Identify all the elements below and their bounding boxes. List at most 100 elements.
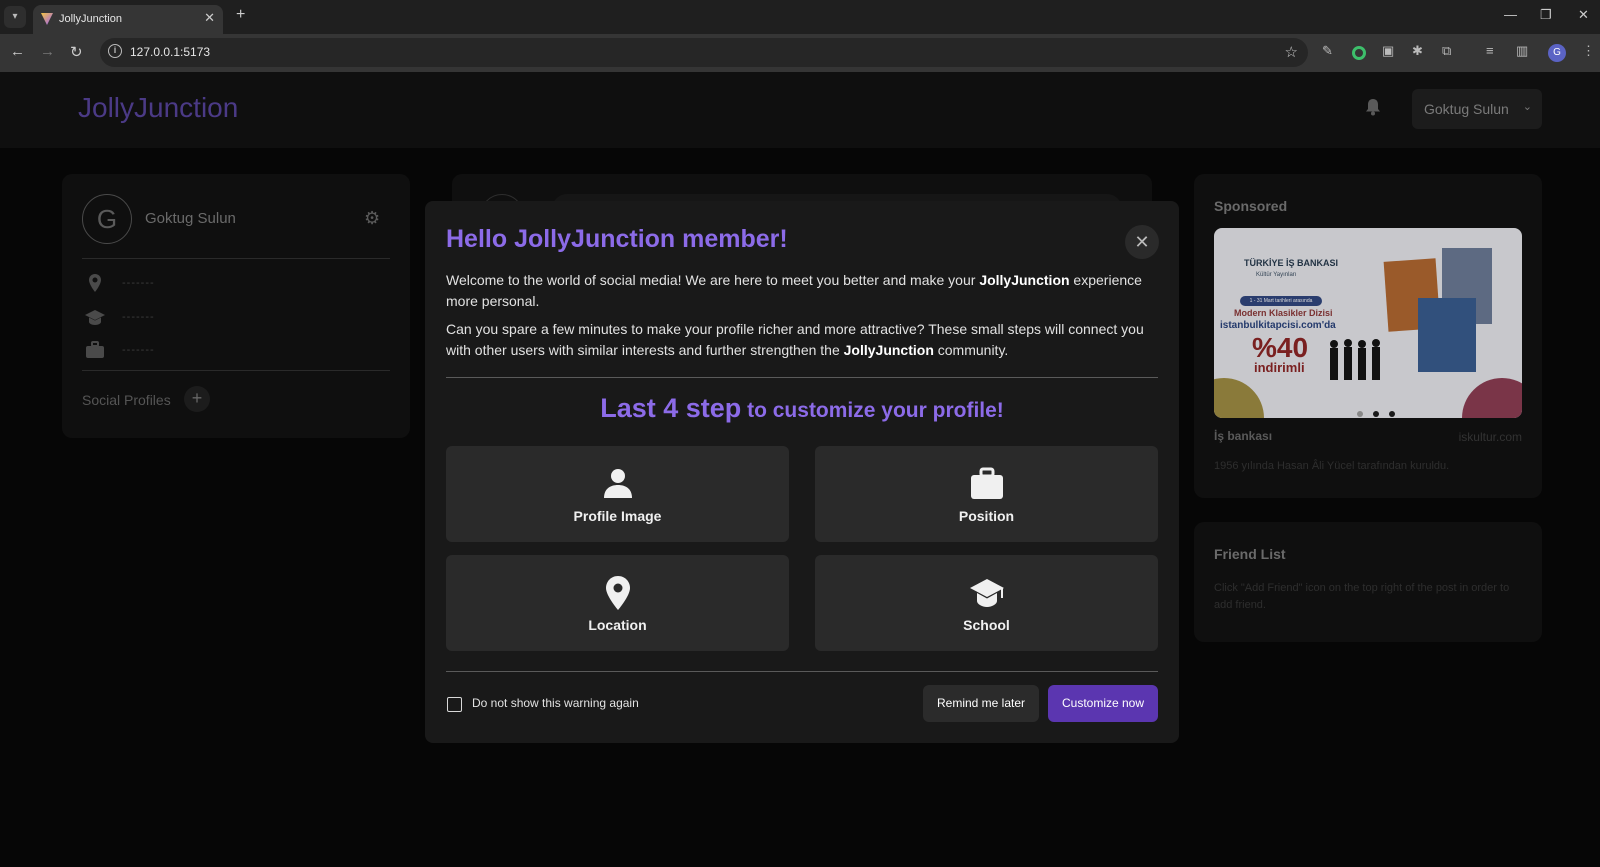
intro-text: community. bbox=[933, 342, 1009, 358]
user-menu-dropdown[interactable]: Goktug Sulun ⌄ bbox=[1412, 89, 1542, 129]
intro-paragraph: Can you spare a few minutes to make your… bbox=[446, 319, 1158, 361]
ad-book-image bbox=[1418, 298, 1476, 372]
bug-extension-icon[interactable]: ✱ bbox=[1412, 43, 1423, 59]
ad-discount-text: indirimli bbox=[1254, 360, 1305, 375]
school-row: ------- bbox=[84, 306, 384, 328]
carousel-dot[interactable] bbox=[1389, 411, 1395, 417]
ad-silhouettes-image bbox=[1330, 339, 1380, 380]
notification-bell-icon[interactable] bbox=[1365, 98, 1381, 116]
location-pin-icon bbox=[606, 576, 630, 610]
ad-date-pill: 1 - 31 Mart tarihleri arasında bbox=[1240, 296, 1322, 306]
browser-profile-avatar[interactable]: G bbox=[1548, 44, 1566, 62]
carousel-dots[interactable] bbox=[1352, 404, 1400, 418]
address-url[interactable]: 127.0.0.1:5173 bbox=[130, 45, 210, 59]
sponsored-heading: Sponsored bbox=[1214, 198, 1288, 214]
step-label: Position bbox=[958, 508, 1015, 524]
puzzle-extensions-icon[interactable]: ⧉ bbox=[1442, 43, 1451, 59]
step-profile-image[interactable]: Profile Image bbox=[446, 446, 789, 542]
step-label: School bbox=[963, 617, 1010, 633]
step-location[interactable]: Location bbox=[446, 555, 789, 651]
intro-text: Can you spare a few minutes to make your… bbox=[446, 321, 1144, 358]
divider bbox=[82, 258, 390, 259]
step-school[interactable]: School bbox=[815, 555, 1158, 651]
tab-title: JollyJunction bbox=[59, 13, 122, 25]
do-not-show-label[interactable]: Do not show this warning again bbox=[472, 696, 639, 710]
briefcase-icon bbox=[86, 341, 104, 358]
carousel-dot[interactable] bbox=[1357, 411, 1363, 417]
restore-icon[interactable]: ❐ bbox=[1540, 7, 1552, 23]
ad-brand-subtext: Kültür Yayınları bbox=[1256, 272, 1297, 278]
browser-toolbar: ← → ↻ i 127.0.0.1:5173 ☆ ✎ ▣ ✱ ⧉ ≡ ▥ G ⋮ bbox=[0, 34, 1600, 72]
customize-now-button[interactable]: Customize now bbox=[1048, 685, 1158, 722]
friend-list-empty-text: Click "Add Friend" icon on the top right… bbox=[1214, 582, 1510, 611]
graduation-cap-icon bbox=[85, 310, 105, 325]
address-bar[interactable]: i 127.0.0.1:5173 ☆ bbox=[100, 38, 1308, 67]
gear-icon[interactable]: ⚙ bbox=[364, 208, 380, 229]
profile-name[interactable]: Goktug Sulun bbox=[145, 210, 236, 227]
position-value: ------- bbox=[122, 344, 155, 356]
ad-series-text: Modern Klasikler Dizisi bbox=[1234, 308, 1333, 318]
app-header: JollyJunction Goktug Sulun ⌄ bbox=[0, 72, 1600, 148]
brand-logo[interactable]: JollyJunction bbox=[78, 92, 238, 124]
do-not-show-checkbox[interactable] bbox=[447, 697, 462, 712]
ad-store-text: istanbulkitapcisi.com'da bbox=[1220, 320, 1336, 331]
profile-onboarding-modal: Hello JollyJunction member! ✕ Welcome to… bbox=[425, 201, 1179, 743]
window-close-icon[interactable]: ✕ bbox=[1578, 7, 1589, 23]
location-row: ------- bbox=[84, 272, 384, 294]
browser-tab-strip: ▾ JollyJunction ✕ + — ❐ ✕ bbox=[0, 0, 1600, 34]
add-social-profile-button[interactable]: + bbox=[184, 386, 210, 412]
site-info-icon[interactable]: i bbox=[108, 44, 122, 58]
green-circle-extension-icon[interactable] bbox=[1352, 46, 1366, 60]
steps-heading: Last 4 step to customize your profile! bbox=[425, 393, 1179, 424]
reload-icon[interactable]: ↻ bbox=[70, 43, 83, 61]
browser-tab[interactable]: JollyJunction ✕ bbox=[33, 5, 223, 34]
tab-close-icon[interactable]: ✕ bbox=[204, 10, 215, 26]
brand-name-bold: JollyJunction bbox=[979, 272, 1070, 288]
steps-heading-text: to customize your profile! bbox=[741, 399, 1004, 422]
user-icon bbox=[604, 469, 632, 498]
ad-domain-link[interactable]: iskultur.com bbox=[1459, 430, 1522, 444]
carousel-dot[interactable] bbox=[1373, 411, 1379, 417]
brand-name-bold: JollyJunction bbox=[843, 342, 934, 358]
position-row: ------- bbox=[84, 339, 384, 361]
step-label: Location bbox=[588, 617, 647, 633]
profile-card: G Goktug Sulun ⚙ ------- ------- -------… bbox=[62, 174, 410, 438]
media-control-icon[interactable]: ≡ bbox=[1486, 43, 1494, 58]
remind-me-later-button[interactable]: Remind me later bbox=[923, 685, 1039, 722]
browser-menu-icon[interactable]: ⋮ bbox=[1582, 43, 1595, 59]
divider bbox=[82, 370, 390, 371]
divider bbox=[446, 671, 1158, 672]
extension-icon[interactable]: ▣ bbox=[1382, 43, 1394, 59]
school-value: ------- bbox=[122, 311, 155, 323]
location-value: ------- bbox=[122, 277, 155, 289]
minimize-icon[interactable]: — bbox=[1504, 7, 1517, 22]
forward-icon[interactable]: → bbox=[40, 43, 55, 60]
avatar[interactable]: G bbox=[82, 194, 132, 244]
ad-description: 1956 yılında Hasan Âli Yücel tarafından … bbox=[1214, 460, 1450, 472]
close-icon[interactable]: ✕ bbox=[1125, 225, 1159, 259]
welcome-paragraph: Welcome to the world of social media! We… bbox=[446, 270, 1158, 312]
steps-count: Last 4 step bbox=[600, 393, 742, 423]
location-pin-icon bbox=[89, 274, 101, 292]
new-tab-icon[interactable]: + bbox=[236, 6, 245, 24]
favicon-icon bbox=[41, 13, 53, 25]
chevron-down-icon: ⌄ bbox=[1522, 101, 1532, 113]
friend-list-heading: Friend List bbox=[1214, 546, 1286, 562]
ad-decoration bbox=[1214, 378, 1264, 418]
eyedropper-extension-icon[interactable]: ✎ bbox=[1322, 43, 1333, 59]
ad-brand-text: TÜRKİYE İŞ BANKASI bbox=[1244, 258, 1339, 268]
tab-search-button[interactable]: ▾ bbox=[4, 6, 26, 28]
step-position[interactable]: Position bbox=[815, 446, 1158, 542]
briefcase-icon bbox=[971, 467, 1003, 499]
side-panel-icon[interactable]: ▥ bbox=[1516, 43, 1528, 59]
user-menu-name: Goktug Sulun bbox=[1424, 101, 1509, 117]
ad-title: İş bankası bbox=[1214, 429, 1273, 443]
step-label: Profile Image bbox=[573, 508, 662, 524]
back-icon[interactable]: ← bbox=[10, 43, 25, 60]
ad-banner-image[interactable]: TÜRKİYE İŞ BANKASI Kültür Yayınları 1 - … bbox=[1214, 228, 1522, 418]
welcome-text: Welcome to the world of social media! We… bbox=[446, 272, 980, 288]
sponsored-card: Sponsored TÜRKİYE İŞ BANKASI Kültür Yayı… bbox=[1194, 174, 1542, 498]
bookmark-star-icon[interactable]: ☆ bbox=[1285, 43, 1298, 61]
social-profiles-label: Social Profiles bbox=[82, 392, 171, 408]
graduation-cap-icon bbox=[970, 579, 1004, 607]
